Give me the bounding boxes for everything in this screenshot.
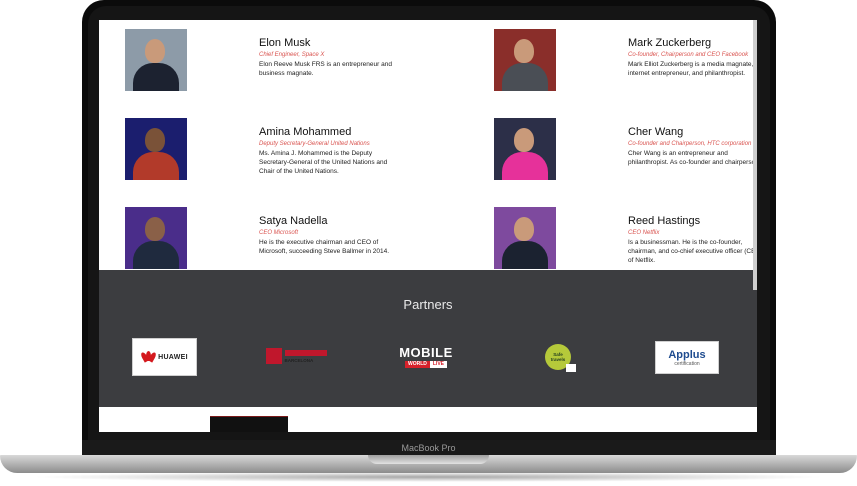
huawei-petal-icon: [139, 351, 158, 363]
device-label: MacBook Pro: [401, 443, 456, 453]
speaker-name: Elon Musk: [259, 37, 311, 49]
speaker-photo: [125, 118, 187, 180]
speaker-photo: [125, 207, 187, 269]
mwcapital-bar: [284, 349, 327, 356]
speaker-name: Satya Nadella: [259, 215, 328, 227]
mobile-world-live-logo[interactable]: MOBILE WORLD LIVE: [391, 344, 461, 370]
speaker-role: Deputy Secretary-General United Nations: [259, 141, 370, 147]
photo-body: [133, 241, 179, 269]
mwl-main-text: MOBILE: [399, 345, 453, 360]
photo-body: [502, 63, 548, 91]
photo-body: [133, 152, 179, 180]
speaker-role: Chief Engineer, Space X: [259, 52, 325, 58]
speaker-name: Reed Hastings: [628, 215, 701, 227]
speaker-card[interactable]: Amina Mohammed Deputy Secretary-General …: [125, 118, 425, 188]
photo-head: [145, 39, 165, 63]
photo-head: [145, 217, 165, 241]
photo-head: [145, 128, 165, 152]
mwcapital-mark-icon: [265, 348, 282, 364]
speaker-description: Is a businessman. He is the co-founder, …: [628, 239, 757, 264]
applus-sub-text: certification: [674, 360, 700, 367]
scrollbar[interactable]: [753, 20, 757, 290]
speaker-card[interactable]: Elon Musk Chief Engineer, Space X Elon R…: [125, 29, 425, 99]
photo-head: [514, 217, 534, 241]
safe-travels-logo[interactable]: Safe travels: [540, 342, 576, 372]
speaker-card[interactable]: Reed Hastings CEO Netflix Is a businessm…: [494, 207, 757, 277]
applus-main-text: Applus: [668, 348, 706, 361]
speaker-info: Reed Hastings CEO Netflix Is a businessm…: [628, 215, 757, 265]
speaker-name: Mark Zuckerberg: [628, 37, 712, 49]
mwcapital-wordmark: BARCELONA: [284, 349, 327, 363]
speaker-card[interactable]: Satya Nadella CEO Microsoft He is the ex…: [125, 207, 425, 277]
speaker-photo: [494, 29, 556, 91]
laptop-frame: MacBook Pro Elon Musk Chief Engineer, Sp…: [0, 0, 857, 486]
speaker-description: Cher Wang is an entrepreneur and philant…: [628, 150, 757, 166]
speaker-info: Cher Wang Co-founder and Chairperson, HT…: [628, 126, 757, 167]
safe-travels-tag: [566, 364, 576, 372]
speakers-grid: Elon Musk Chief Engineer, Space X Elon R…: [99, 20, 757, 270]
speaker-card[interactable]: Mark Zuckerberg Co-founder, Chairperson …: [494, 29, 757, 99]
speaker-description: Ms. Amina J. Mohammed is the Deputy Secr…: [259, 150, 388, 175]
speaker-role: Co-founder, Chairperson and CEO Facebook: [628, 52, 749, 58]
speaker-name: Amina Mohammed: [259, 126, 352, 138]
speaker-role: Co-founder and Chairperson, HTC corporat…: [628, 141, 752, 147]
footer-image: [210, 416, 288, 432]
huawei-logo-text: HUAWEI: [158, 353, 188, 361]
speaker-description: Elon Reeve Musk FRS is an entrepreneur a…: [259, 61, 392, 77]
mwcapital-logo-text: BARCELONA: [284, 357, 314, 363]
speaker-info: Elon Musk Chief Engineer, Space X Elon R…: [259, 37, 394, 78]
speaker-card[interactable]: Cher Wang Co-founder and Chairperson, HT…: [494, 118, 757, 188]
speaker-info: Amina Mohammed Deputy Secretary-General …: [259, 126, 394, 176]
travels-text: travels: [550, 357, 566, 362]
laptop-notch: [368, 455, 489, 464]
photo-body: [502, 241, 548, 269]
speaker-name: Cher Wang: [628, 126, 684, 138]
photo-head: [514, 128, 534, 152]
screen: Elon Musk Chief Engineer, Space X Elon R…: [99, 20, 757, 432]
speaker-photo: [494, 118, 556, 180]
speaker-info: Satya Nadella CEO Microsoft He is the ex…: [259, 215, 394, 256]
speaker-photo: [494, 207, 556, 269]
mwcapital-logo[interactable]: BARCELONA: [262, 345, 330, 367]
applus-logo[interactable]: Applus certification: [655, 341, 719, 374]
speaker-description: Mark Elliot Zuckerberg is a media magnat…: [628, 61, 754, 77]
photo-body: [133, 63, 179, 91]
speaker-photo: [125, 29, 187, 91]
mwl-subline: WORLD LIVE: [404, 361, 447, 368]
speaker-description: He is the executive chairman and CEO of …: [259, 239, 390, 255]
speaker-role: CEO Netflix: [628, 230, 660, 236]
photo-body: [502, 152, 548, 180]
photo-head: [514, 39, 534, 63]
speaker-info: Mark Zuckerberg Co-founder, Chairperson …: [628, 37, 757, 78]
mwl-world-text: WORLD: [404, 361, 430, 368]
speaker-role: CEO Microsoft: [259, 230, 299, 236]
mwl-live-text: LIVE: [429, 361, 447, 368]
huawei-logo[interactable]: HUAWEI: [132, 338, 197, 376]
laptop-shadow: [30, 472, 827, 482]
partners-section: Partners HUAWEI BARCELONA MOBILE WORLD L…: [99, 270, 757, 407]
partners-title: Partners: [403, 297, 453, 312]
